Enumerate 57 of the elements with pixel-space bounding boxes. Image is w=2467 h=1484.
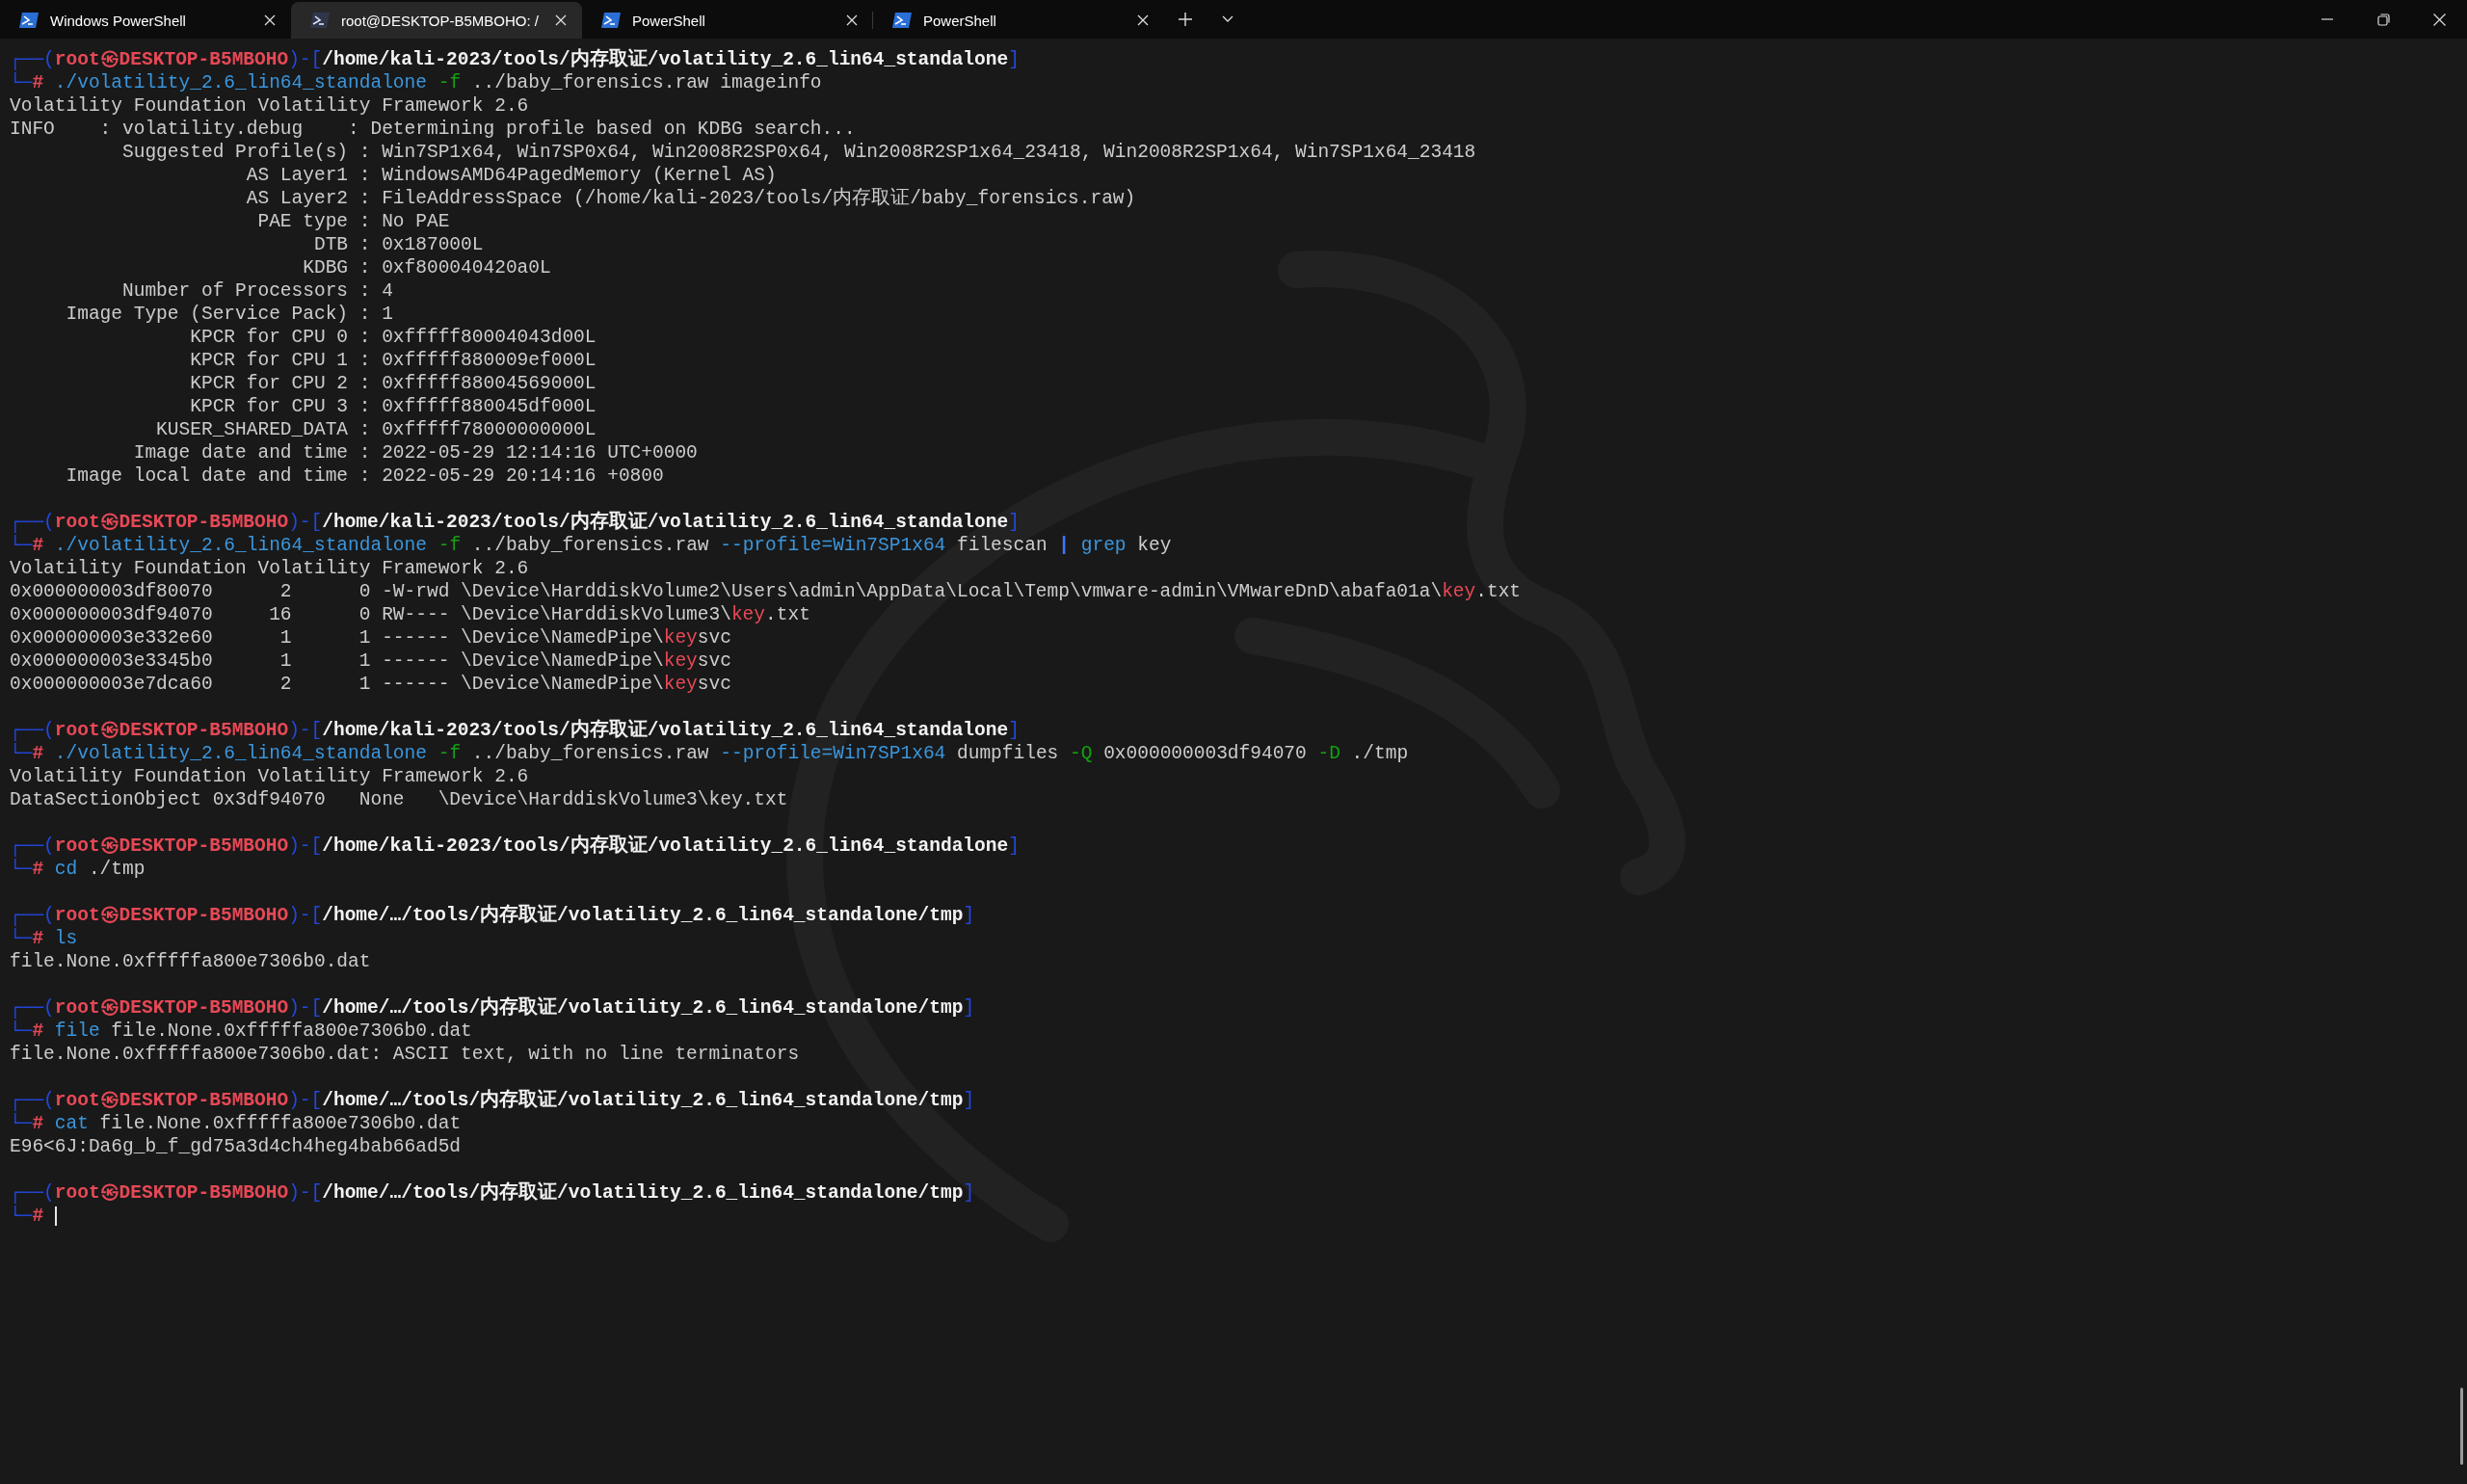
terminal-line: KUSER_SHARED_DATA : 0xfffff78000000000L [155, 418, 597, 441]
tab[interactable]: PowerShell [873, 2, 1164, 39]
terminal-line: 0x000000003df80070 2 0 -W-rwd \Device\HarddiskVolume2\Users\admin\AppData\Local\Temp\vmware-admin\VMwareDnD\abafa01a\key.txt [10, 580, 1522, 603]
powershell-icon [601, 13, 621, 28]
terminal-line: └─# ./volatility_2.6_lin64_standalone -f ../baby_forensics.raw --profile=Win7SP1x64 dumpfiles -Q 0x000000003df94070 -D ./tmp [10, 742, 1409, 765]
terminal-line: ┌──(root㉿DESKTOP-B5MBOHO)-[/home/kali-2023/tools/内存取证/volatility_2.6_lin64_standalone] [10, 511, 1020, 534]
terminal-line: 0x000000003e7dca60 2 1 ------ \Device\NamedPipe\keysvc [10, 673, 731, 696]
terminal-line: ┌──(root㉿DESKTOP-B5MBOHO)-[/home/kali-2023/tools/内存取证/volatility_2.6_lin64_standalone] [10, 48, 1020, 71]
terminal-line: Suggested Profile(s) : Win7SP1x64, Win7SP0x64, Win2008R2SP0x64, Win2008R2SP1x64_23418, Win2008R2SP1x64, Win7SP1x64_23418 [121, 141, 1476, 164]
terminal-line: KPCR for CPU 3 : 0xfffff880045df000L [189, 395, 597, 418]
chevron-down-icon[interactable] [1222, 15, 1234, 23]
terminal-line: └─# cd ./tmp [10, 858, 146, 881]
close-icon[interactable] [2432, 13, 2446, 26]
terminal-line: └─# ./volatility_2.6_lin64_standalone -f ../baby_forensics.raw --profile=Win7SP1x64 filescan | grep key [10, 534, 1172, 557]
terminal-line: INFO : volatility.debug : Determining profile based on KDBG search... [10, 118, 856, 141]
terminal-line: KPCR for CPU 0 : 0xfffff80004043d00L [189, 326, 597, 349]
terminal-line: AS Layer1 : WindowsAMD64PagedMemory (Kernel AS) [245, 164, 777, 187]
terminal-line: ┌──(root㉿DESKTOP-B5MBOHO)-[/home/kali-2023/tools/内存取证/volatility_2.6_lin64_standalone] [10, 835, 1020, 858]
terminal-line: AS Layer2 : FileAddressSpace (/home/kali-2023/tools/内存取证/baby_forensics.raw) [245, 187, 1136, 210]
terminal-line: Image Type (Service Pack) : 1 [65, 303, 393, 326]
plus-icon[interactable] [1179, 13, 1192, 26]
terminal-line: └─# ./volatility_2.6_lin64_standalone -f ../baby_forensics.raw imageinfo [10, 71, 822, 94]
terminal-line: 0x000000003e332e60 1 1 ------ \Device\NamedPipe\keysvc [10, 626, 731, 649]
terminal-line: file.None.0xfffffa800e7306b0.dat [10, 950, 371, 973]
terminal-line: ┌──(root㉿DESKTOP-B5MBOHO)-[/home/kali-2023/tools/内存取证/volatility_2.6_lin64_standalone] [10, 719, 1020, 742]
terminal-line: Volatility Foundation Volatility Framework 2.6 [10, 557, 529, 580]
terminal-line: Number of Processors : 4 [121, 279, 393, 303]
terminal-icon [310, 13, 330, 28]
terminal-line: file.None.0xfffffa800e7306b0.dat: ASCII text, with no line terminators [10, 1043, 800, 1066]
powershell-icon [892, 13, 912, 28]
tab[interactable]: Windows PowerShell [0, 2, 291, 39]
terminal-line: 0x000000003df94070 16 0 RW---- \Device\HarddiskVolume3\key.txt [10, 603, 810, 626]
powershell-icon [19, 13, 39, 28]
terminal-line: ┌──(root㉿DESKTOP-B5MBOHO)-[/home/…/tools/内存取证/volatility_2.6_lin64_standalone/tmp] [10, 904, 975, 927]
terminal-line: 0x000000003e3345b0 1 1 ------ \Device\NamedPipe\keysvc [10, 649, 731, 673]
terminal-line: ┌──(root㉿DESKTOP-B5MBOHO)-[/home/…/tools/内存取证/volatility_2.6_lin64_standalone/tmp] [10, 1181, 975, 1205]
terminal-line: KPCR for CPU 2 : 0xfffff88004569000L [189, 372, 597, 395]
terminal-line: Volatility Foundation Volatility Framework 2.6 [10, 765, 529, 788]
terminal-line: ┌──(root㉿DESKTOP-B5MBOHO)-[/home/…/tools/内存取证/volatility_2.6_lin64_standalone/tmp] [10, 996, 975, 1020]
terminal-line: KDBG : 0xf800040420a0L [302, 256, 551, 279]
terminal-line: E96<6J:Da6g_b_f_gd75a3d4ch4heg4bab66ad5d [10, 1135, 462, 1158]
scrollbar-thumb[interactable] [2460, 1388, 2463, 1465]
terminal-line: Image local date and time : 2022-05-29 20:14:16 +0800 [65, 464, 664, 488]
terminal-line: Image date and time : 2022-05-29 12:14:16 UTC+0000 [132, 441, 698, 464]
terminal-line: KPCR for CPU 1 : 0xfffff880009ef000L [189, 349, 597, 372]
terminal-line: └─# file file.None.0xfffffa800e7306b0.dat [10, 1020, 472, 1043]
terminal-line: └─# ls [10, 927, 78, 950]
tab[interactable]: root@DESKTOP-B5MBOHO: / [291, 2, 582, 39]
terminal-line: └─# cat file.None.0xfffffa800e7306b0.dat [10, 1112, 462, 1135]
terminal-line: └─# [10, 1205, 44, 1228]
terminal-line: DTB : 0x187000L [312, 233, 484, 256]
terminal-line: ┌──(root㉿DESKTOP-B5MBOHO)-[/home/…/tools/内存取证/volatility_2.6_lin64_standalone/tmp] [10, 1089, 975, 1112]
terminal-line: Volatility Foundation Volatility Framework 2.6 [10, 94, 529, 118]
restore-icon[interactable] [2376, 13, 2390, 26]
terminal-line: DataSectionObject 0x3df94070 None \Device\HarddiskVolume3\key.txt [10, 788, 788, 811]
terminal-line: PAE type : No PAE [256, 210, 450, 233]
tab[interactable]: PowerShell [582, 2, 873, 39]
